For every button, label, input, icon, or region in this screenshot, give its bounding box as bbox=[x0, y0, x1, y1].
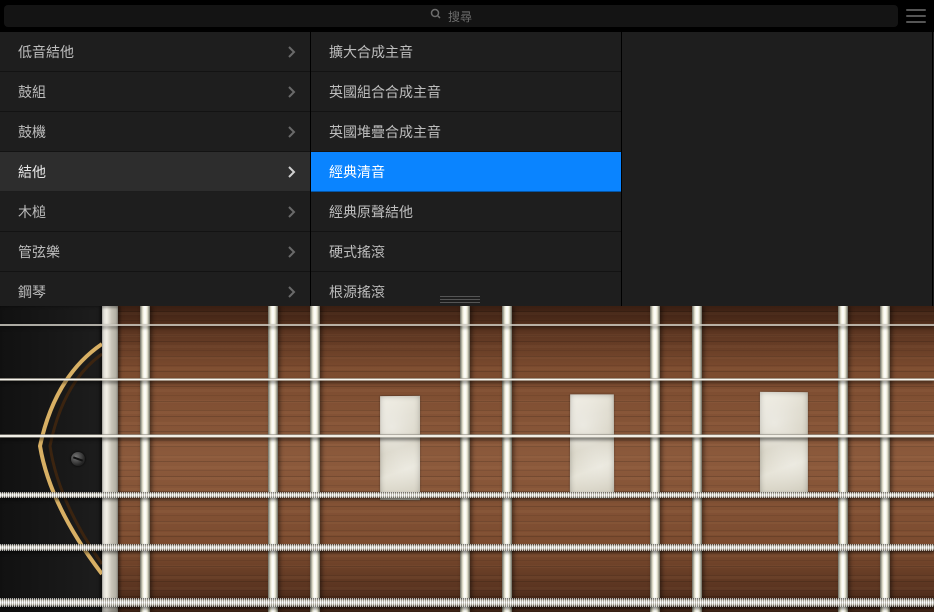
category-item-piano[interactable]: 鋼琴 bbox=[0, 272, 310, 306]
preset-item[interactable]: 英國組合合成主音 bbox=[311, 72, 621, 112]
category-label: 結他 bbox=[18, 162, 46, 182]
chevron-right-icon bbox=[288, 286, 296, 298]
guitar-nut bbox=[102, 306, 118, 612]
preset-label: 英國堆疊合成主音 bbox=[329, 122, 441, 142]
preset-label: 經典原聲結他 bbox=[329, 202, 413, 222]
guitar-fret bbox=[460, 306, 470, 612]
preset-label: 硬式搖滾 bbox=[329, 242, 385, 262]
guitar-string-5[interactable] bbox=[0, 544, 934, 551]
preset-item-selected[interactable]: 經典清音 bbox=[311, 152, 621, 192]
guitar-string-4[interactable] bbox=[0, 492, 934, 498]
preset-detail-column bbox=[622, 32, 933, 306]
category-item-drummachine[interactable]: 鼓機 bbox=[0, 112, 310, 152]
panel-resize-handle[interactable] bbox=[440, 292, 480, 306]
category-item-orchestral[interactable]: 管弦樂 bbox=[0, 232, 310, 272]
fretboard-inlay bbox=[760, 392, 808, 496]
guitar-fret bbox=[140, 306, 150, 612]
preset-item[interactable]: 英國堆疊合成主音 bbox=[311, 112, 621, 152]
guitar-fret bbox=[838, 306, 848, 612]
chevron-right-icon bbox=[288, 46, 296, 58]
chevron-right-icon bbox=[288, 86, 296, 98]
category-column: 低音結他 鼓組 鼓機 結他 木槌 管弦樂 bbox=[0, 32, 311, 306]
guitar-fret bbox=[502, 306, 512, 612]
search-icon bbox=[430, 7, 442, 25]
category-label: 鼓組 bbox=[18, 82, 46, 102]
preset-item[interactable]: 擴大合成主音 bbox=[311, 32, 621, 72]
fretboard-inlay bbox=[570, 394, 614, 498]
preset-item[interactable]: 硬式搖滾 bbox=[311, 232, 621, 272]
category-item-guitar[interactable]: 結他 bbox=[0, 152, 310, 192]
guitar-fret bbox=[692, 306, 702, 612]
category-label: 鼓機 bbox=[18, 122, 46, 142]
guitar-string-3[interactable] bbox=[0, 434, 934, 438]
category-label: 低音結他 bbox=[18, 42, 74, 62]
guitar-fretboard[interactable] bbox=[0, 306, 934, 612]
preset-label: 經典清音 bbox=[329, 162, 385, 182]
preset-label: 根源搖滾 bbox=[329, 282, 385, 302]
headstock-inlay bbox=[0, 306, 102, 612]
search-bar[interactable]: 搜尋 bbox=[4, 5, 898, 27]
menu-toggle-icon[interactable] bbox=[906, 9, 926, 23]
category-label: 鋼琴 bbox=[18, 282, 46, 302]
preset-label: 擴大合成主音 bbox=[329, 42, 413, 62]
chevron-right-icon bbox=[288, 126, 296, 138]
category-label: 管弦樂 bbox=[18, 242, 60, 262]
guitar-fret bbox=[650, 306, 660, 612]
guitar-fret bbox=[268, 306, 278, 612]
category-item-mallet[interactable]: 木槌 bbox=[0, 192, 310, 232]
fretboard-inlay bbox=[380, 396, 420, 500]
guitar-fret bbox=[310, 306, 320, 612]
chevron-right-icon bbox=[288, 206, 296, 218]
guitar-string-1[interactable] bbox=[0, 324, 934, 326]
strap-screw bbox=[71, 452, 85, 466]
preset-label: 英國組合合成主音 bbox=[329, 82, 441, 102]
category-item-drumkit[interactable]: 鼓組 bbox=[0, 72, 310, 112]
category-label: 木槌 bbox=[18, 202, 46, 222]
search-placeholder: 搜尋 bbox=[448, 8, 472, 25]
chevron-right-icon bbox=[288, 246, 296, 258]
category-item-bass[interactable]: 低音結他 bbox=[0, 32, 310, 72]
guitar-string-2[interactable] bbox=[0, 378, 934, 381]
instrument-browser: 低音結他 鼓組 鼓機 結他 木槌 管弦樂 bbox=[0, 32, 934, 306]
guitar-string-6[interactable] bbox=[0, 598, 934, 607]
chevron-right-icon bbox=[288, 166, 296, 178]
preset-column: 擴大合成主音 英國組合合成主音 英國堆疊合成主音 經典清音 經典原聲結他 硬式搖… bbox=[311, 32, 622, 306]
preset-item[interactable]: 經典原聲結他 bbox=[311, 192, 621, 232]
guitar-fret bbox=[880, 306, 890, 612]
